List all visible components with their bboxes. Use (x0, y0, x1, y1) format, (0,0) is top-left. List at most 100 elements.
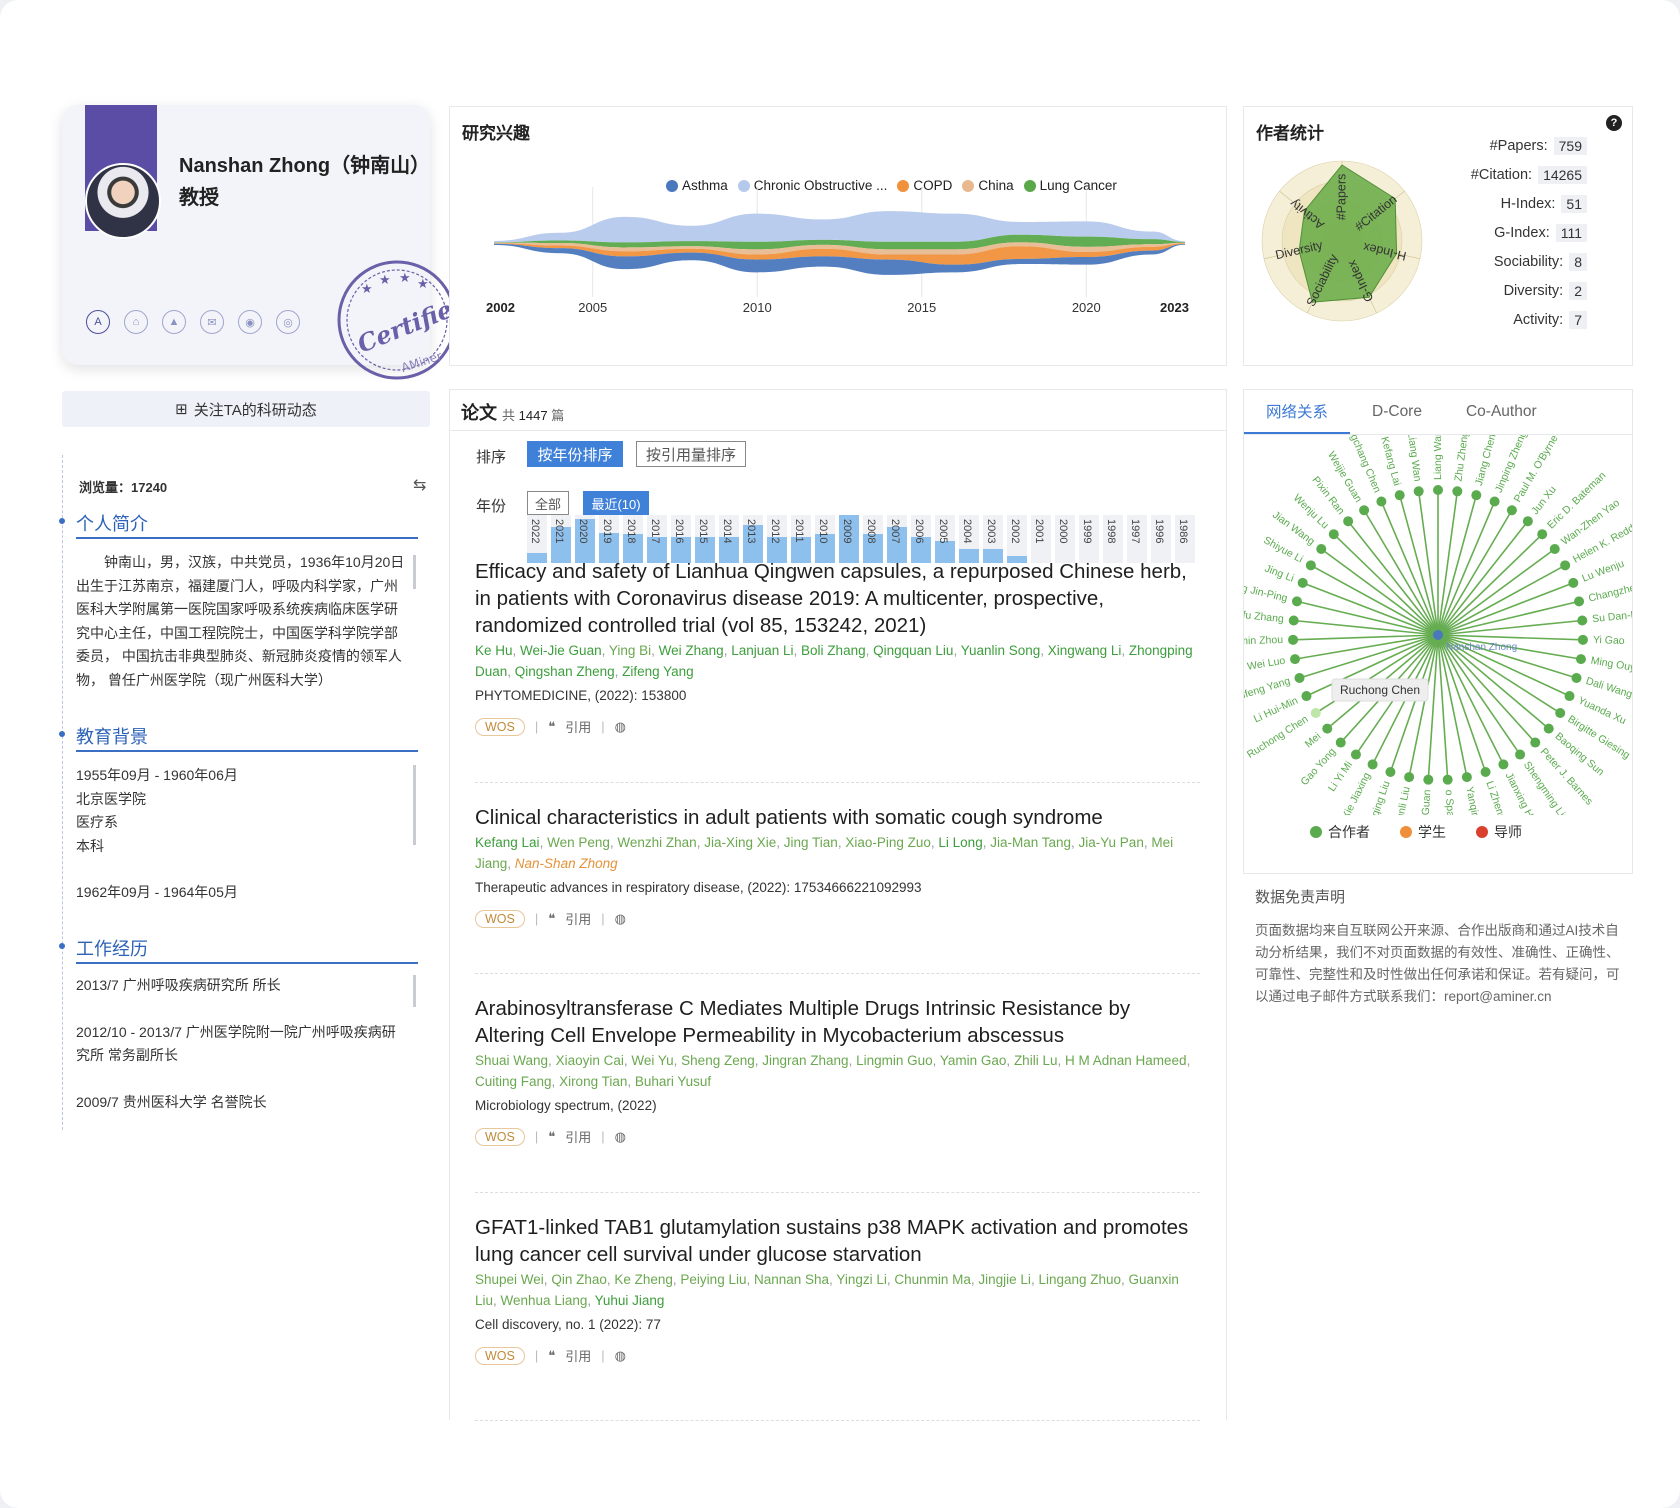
paper-title[interactable]: Arabinosyltransferase C Mediates Multipl… (475, 995, 1200, 1049)
paper-title[interactable]: Clinical characteristics in adult patien… (475, 804, 1200, 831)
paper-title[interactable]: GFAT1-linked TAB1 glutamylation sustains… (475, 1214, 1200, 1268)
translate-icon[interactable]: ⇆ (413, 475, 426, 495)
network-node[interactable] (1316, 543, 1327, 554)
bio-scrollbar[interactable] (413, 555, 416, 589)
author-link[interactable]: Ke Zheng (614, 1272, 673, 1287)
network-node[interactable] (1506, 505, 1517, 516)
year-bar[interactable]: 2016 (671, 515, 691, 563)
author-link[interactable]: Yamin Gao (940, 1053, 1007, 1068)
author-link[interactable]: Kefang Lai (475, 835, 540, 850)
network-node[interactable] (1288, 634, 1299, 645)
year-bar[interactable]: 1998 (1103, 515, 1123, 563)
network-node[interactable] (1294, 672, 1305, 683)
year-bar[interactable]: 2014 (719, 515, 739, 563)
network-node[interactable] (1328, 529, 1339, 540)
year-bar[interactable]: 2006 (911, 515, 931, 563)
email-icon[interactable]: ✉ (200, 310, 224, 334)
network-node[interactable] (1574, 596, 1585, 607)
author-link[interactable]: Yingzi Li (836, 1272, 887, 1287)
network-node[interactable] (1530, 737, 1541, 748)
edu-scrollbar[interactable] (413, 765, 416, 845)
network-node[interactable] (1335, 737, 1346, 748)
author-link[interactable]: Xiaoyin Cai (556, 1053, 624, 1068)
author-link[interactable]: Nannan Sha (754, 1272, 829, 1287)
author-link[interactable]: Wei-Jie Guan (520, 643, 602, 658)
wos-tag[interactable]: WOS (475, 1127, 525, 1146)
network-node[interactable] (1343, 516, 1354, 527)
author-link[interactable]: Wen Peng (547, 835, 610, 850)
network-node[interactable] (1288, 615, 1299, 626)
follow-button[interactable]: ⊞ 关注TA的科研动态 (62, 391, 430, 427)
network-node[interactable] (1291, 596, 1302, 607)
author-link[interactable]: Peiying Liu (680, 1272, 746, 1287)
network-node[interactable] (1305, 560, 1316, 571)
author-link[interactable]: Yuanlin Song (961, 643, 1041, 658)
year-recent-button[interactable]: 最近(10) (583, 491, 649, 515)
year-bar[interactable]: 2019 (599, 515, 619, 563)
author-link[interactable]: Jingran Zhang (762, 1053, 848, 1068)
author-link[interactable]: Wenzhi Zhan (617, 835, 696, 850)
network-node[interactable] (1489, 496, 1500, 507)
author-link[interactable]: Xirong Tian (559, 1074, 627, 1089)
author-link[interactable]: Wei Yu (631, 1053, 673, 1068)
year-bar[interactable]: 2002 (1007, 515, 1027, 563)
year-bar[interactable]: 2003 (983, 515, 1003, 563)
year-bar[interactable]: 2011 (791, 515, 811, 563)
author-link[interactable]: Jing Tian (784, 835, 838, 850)
sort-by-year-button[interactable]: 按年份排序 (527, 441, 623, 467)
author-link[interactable]: Ke Hu (475, 643, 513, 658)
author-link[interactable]: Shupei Wei (475, 1272, 544, 1287)
network-node[interactable] (1577, 634, 1588, 645)
author-link[interactable]: Nan-Shan Zhong (515, 856, 618, 871)
globe-icon[interactable]: ◍ (615, 719, 626, 735)
author-link[interactable]: Sheng Zeng (681, 1053, 755, 1068)
location-icon[interactable]: ◉ (238, 310, 262, 334)
network-node[interactable] (1575, 654, 1586, 665)
network-node[interactable] (1297, 577, 1308, 588)
author-link[interactable]: Qin Zhao (551, 1272, 607, 1287)
year-bar[interactable]: 2008 (863, 515, 883, 563)
globe-icon[interactable]: ◍ (615, 1348, 626, 1364)
year-bar[interactable]: 2001 (1031, 515, 1051, 563)
year-bar[interactable]: 2021 (551, 515, 571, 563)
network-node[interactable] (1568, 577, 1579, 588)
cite-link[interactable]: 引用 (565, 1127, 591, 1146)
author-link[interactable]: Xiao-Ping Zuo (845, 835, 931, 850)
network-node[interactable] (1543, 723, 1554, 734)
aminer-icon[interactable]: A (86, 310, 110, 334)
quote-icon[interactable]: ❝ (548, 1348, 555, 1364)
author-link[interactable]: Lingmin Guo (856, 1053, 933, 1068)
network-node[interactable] (1367, 759, 1378, 770)
year-bar[interactable]: 2005 (935, 515, 955, 563)
network-node[interactable] (1413, 486, 1424, 497)
author-link[interactable]: Shuai Wang (475, 1053, 548, 1068)
year-bar[interactable]: 2013 (743, 515, 763, 563)
author-link[interactable]: Yuhui Jiang (595, 1293, 665, 1308)
network-node[interactable] (1537, 529, 1548, 540)
author-link[interactable]: Boli Zhang (801, 643, 866, 658)
tab-coauthor[interactable]: Co-Author (1444, 390, 1559, 434)
home-icon[interactable]: ⌂ (124, 310, 148, 334)
network-node[interactable] (1555, 708, 1566, 719)
cite-link[interactable]: 引用 (565, 1346, 591, 1365)
author-link[interactable]: H M Adnan Hameed (1065, 1053, 1187, 1068)
author-link[interactable]: Xingwang Li (1048, 643, 1122, 658)
author-link[interactable]: Jia-Xing Xie (704, 835, 776, 850)
year-bar[interactable]: 2010 (815, 515, 835, 563)
year-bar[interactable]: 2012 (767, 515, 787, 563)
network-node[interactable] (1480, 766, 1491, 777)
network-node[interactable] (1515, 749, 1526, 760)
network-node[interactable] (1560, 560, 1571, 571)
network-node[interactable] (1571, 672, 1582, 683)
network-node[interactable] (1564, 691, 1575, 702)
sort-by-citation-button[interactable]: 按引用量排序 (636, 441, 746, 467)
year-bar[interactable]: 2004 (959, 515, 979, 563)
network-node[interactable] (1322, 723, 1333, 734)
author-link[interactable]: Lanjuan Li (731, 643, 793, 658)
cite-link[interactable]: 引用 (565, 909, 591, 928)
year-bar[interactable]: 2020 (575, 515, 595, 563)
network-node[interactable] (1471, 490, 1482, 501)
network-node[interactable] (1549, 543, 1560, 554)
network-node[interactable] (1577, 615, 1588, 626)
year-bar[interactable]: 2009 (839, 515, 859, 563)
